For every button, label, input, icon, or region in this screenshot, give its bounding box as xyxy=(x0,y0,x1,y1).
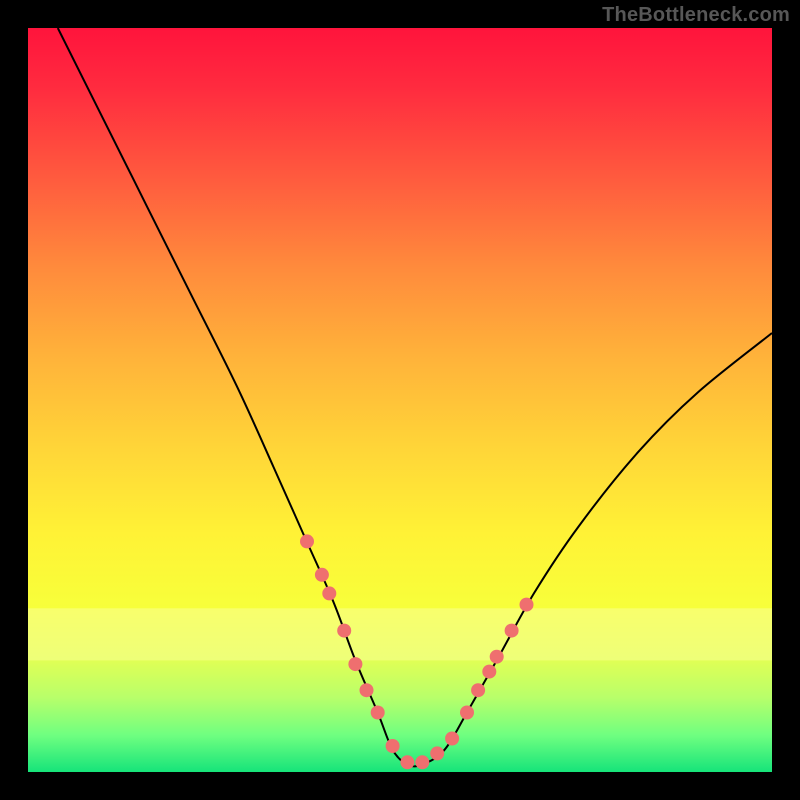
curve-marker xyxy=(348,657,362,671)
chart-gradient-panel xyxy=(28,28,772,772)
curve-marker xyxy=(386,739,400,753)
curve-marker xyxy=(445,732,459,746)
curve-marker xyxy=(315,568,329,582)
chart-svg xyxy=(28,28,772,772)
curve-marker xyxy=(400,755,414,769)
highlight-band xyxy=(28,608,772,660)
curve-marker xyxy=(430,746,444,760)
curve-marker xyxy=(471,683,485,697)
curve-marker xyxy=(360,683,374,697)
curve-marker xyxy=(520,598,534,612)
curve-marker xyxy=(460,706,474,720)
watermark-text: TheBottleneck.com xyxy=(602,4,790,27)
curve-marker xyxy=(371,706,385,720)
curve-marker xyxy=(322,586,336,600)
curve-marker xyxy=(300,534,314,548)
curve-marker xyxy=(337,624,351,638)
curve-marker xyxy=(415,755,429,769)
curve-marker xyxy=(505,624,519,638)
curve-marker xyxy=(482,665,496,679)
curve-marker xyxy=(490,650,504,664)
